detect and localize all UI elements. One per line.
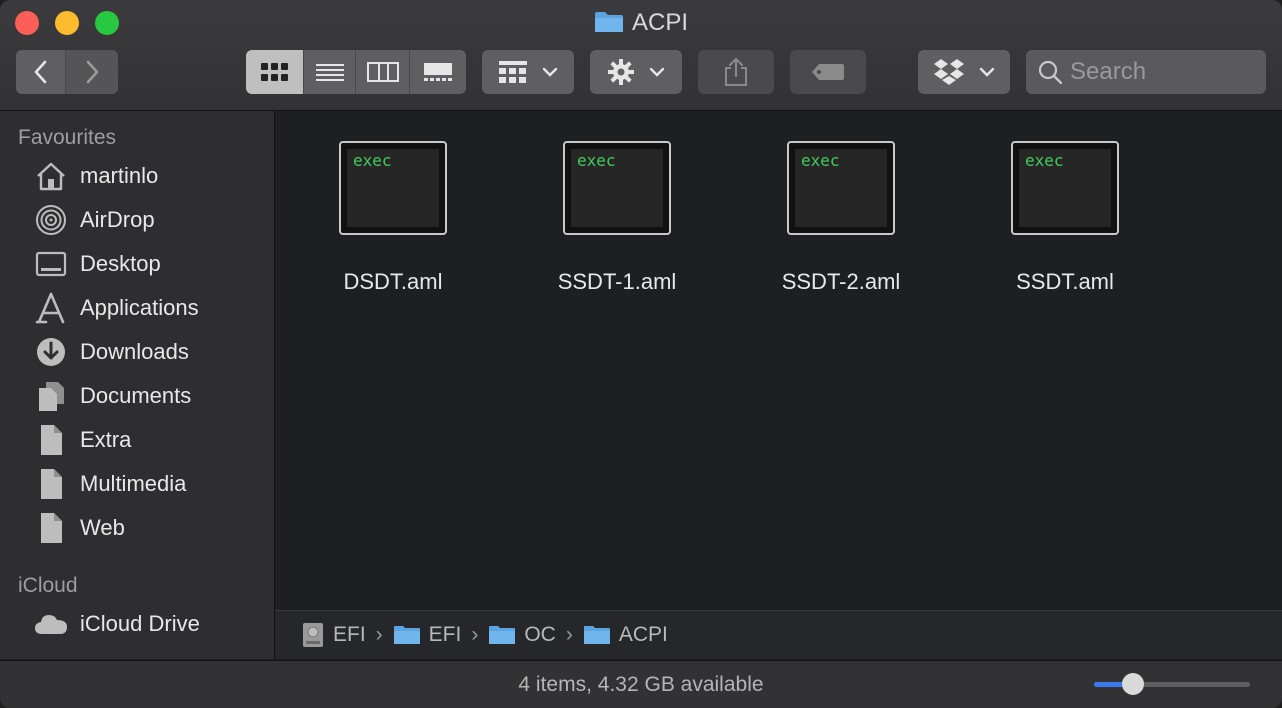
exec-file-icon: exec — [563, 141, 671, 235]
file-item[interactable]: exec DSDT.aml — [293, 141, 493, 295]
search-icon — [1038, 60, 1062, 84]
tag-icon — [812, 64, 844, 80]
path-item-oc[interactable]: OC — [488, 623, 556, 647]
toolbar: ACPI Search — [0, 0, 1282, 111]
column-view-icon — [366, 62, 399, 82]
view-mode-control — [246, 50, 466, 94]
file-name: DSDT.aml — [343, 269, 443, 294]
dropbox-button[interactable] — [918, 50, 1010, 94]
sidebar-item-label: Web — [80, 515, 125, 540]
sidebar-item-extra[interactable]: Extra — [34, 420, 131, 460]
sidebar-item-label: Downloads — [80, 339, 189, 364]
list-view-icon — [315, 64, 344, 81]
column-view-button[interactable] — [356, 50, 410, 94]
status-text: 4 items, 4.32 GB available — [518, 673, 764, 696]
sidebar-item-downloads[interactable]: Downloads — [34, 332, 189, 372]
sidebar-item-web[interactable]: Web — [34, 508, 125, 548]
search-placeholder: Search — [1070, 58, 1147, 85]
action-button[interactable] — [590, 50, 682, 94]
path-item-efi-volume[interactable]: EFI — [301, 622, 366, 648]
file-item[interactable]: exec SSDT-2.aml — [741, 141, 941, 295]
sidebar-item-documents[interactable]: Documents — [34, 376, 191, 416]
document-icon — [34, 467, 68, 501]
applications-icon — [34, 291, 68, 325]
dropbox-icon — [934, 59, 964, 85]
search-input[interactable]: Search — [1026, 50, 1266, 94]
list-view-button[interactable] — [304, 50, 356, 94]
forward-button[interactable] — [66, 50, 118, 94]
path-item-acpi[interactable]: ACPI — [583, 623, 668, 647]
document-icon — [34, 423, 68, 457]
chevron-down-icon — [542, 67, 558, 77]
desktop-icon — [34, 247, 68, 281]
path-bar: EFI › EFI › OC › ACPI — [275, 610, 1282, 659]
tag-button[interactable] — [790, 50, 866, 94]
sidebar: Favourites martinlo AirDrop Desktop Appl… — [0, 111, 275, 659]
back-button[interactable] — [16, 50, 66, 94]
file-grid: exec DSDT.aml exec SSDT-1.aml exec SSDT-… — [275, 111, 1282, 610]
sidebar-item-label: iCloud Drive — [80, 611, 200, 636]
sidebar-item-desktop[interactable]: Desktop — [34, 244, 161, 284]
icon-view-icon — [260, 63, 288, 81]
file-name: SSDT-1.aml — [557, 269, 677, 294]
chevron-right-icon: › — [375, 623, 383, 646]
sidebar-heading-icloud: iCloud — [18, 574, 78, 597]
folder-icon — [583, 625, 611, 645]
disk-icon — [301, 622, 325, 648]
home-icon — [34, 159, 68, 193]
gear-icon — [608, 59, 634, 85]
sidebar-item-label: martinlo — [80, 163, 159, 188]
sidebar-item-label: Documents — [80, 383, 192, 408]
share-button[interactable] — [698, 50, 774, 94]
finder-window: ACPI Search Favourites martinlo AirDrop … — [0, 0, 1282, 708]
chevron-right-icon: › — [471, 623, 479, 646]
folder-icon — [393, 625, 421, 645]
sidebar-heading-favourites: Favourites — [18, 126, 117, 149]
downloads-icon — [34, 335, 68, 369]
gallery-view-icon — [424, 63, 452, 81]
sidebar-item-label: Desktop — [80, 251, 161, 276]
sidebar-item-icloud-drive[interactable]: iCloud Drive — [34, 604, 200, 644]
chevron-right-icon: › — [565, 623, 573, 646]
window-title: ACPI — [0, 8, 1282, 41]
documents-icon — [34, 379, 68, 413]
folder-icon — [594, 11, 624, 41]
sidebar-item-label: Applications — [80, 295, 199, 320]
airdrop-icon — [34, 203, 68, 237]
group-grid-icon — [499, 61, 527, 83]
file-name: SSDT-2.aml — [781, 269, 901, 294]
chevron-left-icon — [34, 60, 46, 84]
window-title-text: ACPI — [631, 9, 688, 36]
icon-view-button[interactable] — [246, 50, 304, 94]
chevron-down-icon — [979, 67, 995, 77]
exec-file-icon: exec — [787, 141, 895, 235]
sidebar-item-label: Extra — [80, 427, 132, 452]
chevron-down-icon — [649, 67, 665, 77]
path-item-efi-folder[interactable]: EFI — [393, 623, 461, 647]
sidebar-item-label: Multimedia — [80, 471, 187, 496]
group-button[interactable] — [482, 50, 574, 94]
cloud-icon — [34, 607, 68, 641]
status-bar: 4 items, 4.32 GB available — [0, 660, 1282, 708]
sidebar-item-martinlo[interactable]: martinlo — [34, 156, 158, 196]
sidebar-item-applications[interactable]: Applications — [34, 288, 199, 328]
file-item[interactable]: exec SSDT.aml — [965, 141, 1165, 295]
chevron-right-icon — [86, 60, 99, 84]
file-name: SSDT.aml — [1016, 269, 1114, 294]
exec-file-icon: exec — [1011, 141, 1119, 235]
gallery-view-button[interactable] — [410, 50, 466, 94]
file-item[interactable]: exec SSDT-1.aml — [517, 141, 717, 295]
folder-icon — [488, 625, 516, 645]
navigation-buttons — [16, 50, 118, 94]
sidebar-item-multimedia[interactable]: Multimedia — [34, 464, 186, 504]
icon-size-slider-knob[interactable] — [1122, 673, 1144, 695]
sidebar-item-airdrop[interactable]: AirDrop — [34, 200, 155, 240]
exec-file-icon: exec — [339, 141, 447, 235]
share-icon — [725, 57, 747, 86]
document-icon — [34, 511, 68, 545]
sidebar-item-label: AirDrop — [80, 207, 155, 232]
